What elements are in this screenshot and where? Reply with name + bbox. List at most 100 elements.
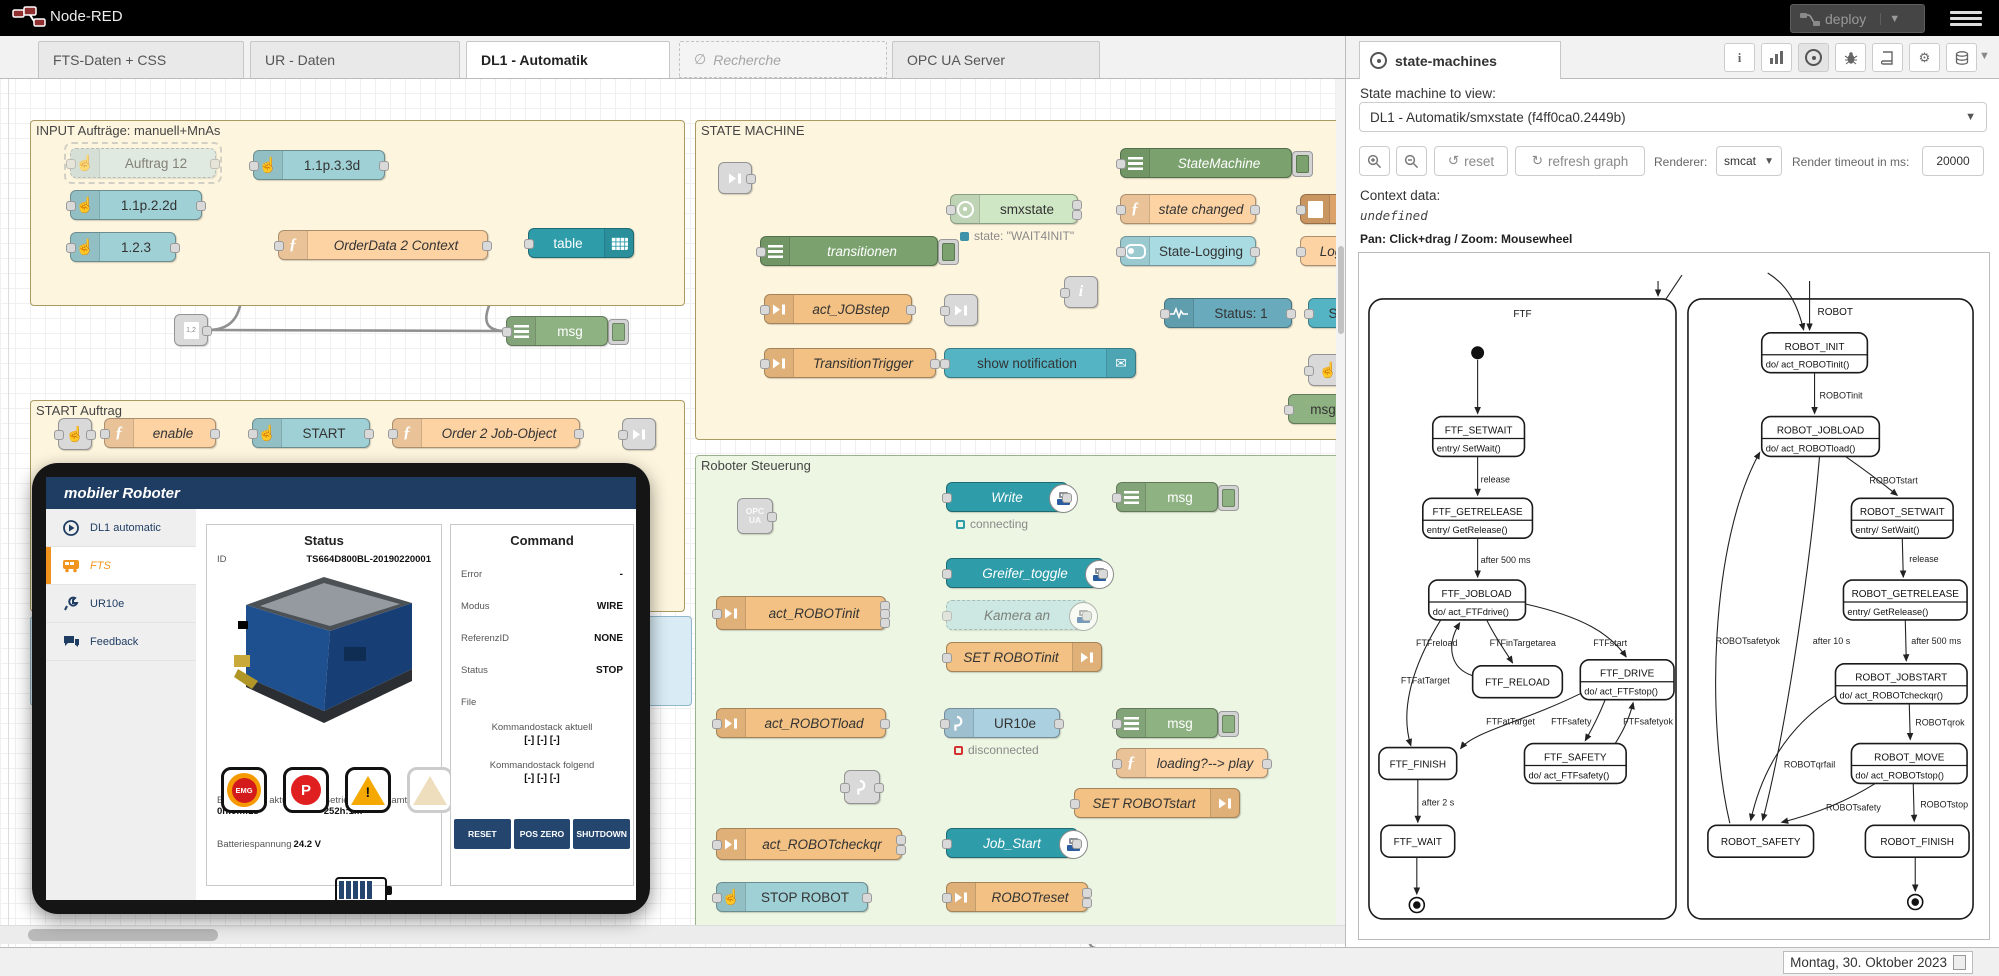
- warning-button[interactable]: !: [345, 767, 391, 813]
- tab-ur-daten[interactable]: UR - Daten: [250, 41, 460, 78]
- state-machine-select[interactable]: DL1 - Automatik/smxstate (f4ff0ca0.2449b…: [1359, 102, 1987, 132]
- input-port[interactable]: [840, 783, 850, 793]
- flow-node-loading[interactable]: ƒloading?--> play: [1116, 748, 1268, 778]
- flow-node-startn[interactable]: ☝START: [252, 418, 370, 448]
- input-port[interactable]: [712, 893, 722, 903]
- output-port[interactable]: [862, 893, 872, 903]
- input-port[interactable]: [760, 305, 770, 315]
- flow-node-msg3[interactable]: msg: [1116, 708, 1218, 738]
- output-port[interactable]: [210, 429, 220, 439]
- flow-node-linkplug[interactable]: [844, 770, 880, 804]
- state-machine-diagram[interactable]: FTF FTF_SETWAIT entry/ SetWait() release…: [1358, 252, 1990, 940]
- shutdown-button[interactable]: SHUTDOWN: [573, 819, 630, 849]
- output-port[interactable]: [1098, 569, 1108, 579]
- input-port[interactable]: [1112, 719, 1122, 729]
- output-port[interactable]: [880, 719, 890, 729]
- flow-node-setstart[interactable]: SET ROBOTstart: [1074, 788, 1240, 818]
- flow-node-jobstep[interactable]: act_JOBstep: [764, 294, 912, 324]
- output-port[interactable]: [1250, 247, 1260, 257]
- info-tab-icon[interactable]: i: [1724, 43, 1755, 72]
- input-port[interactable]: [756, 247, 766, 257]
- date-display[interactable]: Montag, 30. Oktober 2023: [1783, 951, 1973, 974]
- flow-node-n113d[interactable]: ☝1.1p.3.3d: [253, 150, 385, 180]
- input-port[interactable]: [942, 653, 952, 663]
- flow-node-slog[interactable]: State-Logging: [1120, 236, 1256, 266]
- flow-node-ttrig[interactable]: TransitionTrigger: [764, 348, 936, 378]
- flow-node-n112d[interactable]: ☝1.1p.2.2d: [70, 190, 202, 220]
- flow-node-notif[interactable]: ✉show notification: [944, 348, 1136, 378]
- flow-node-kamera[interactable]: Kamera an: [946, 600, 1088, 630]
- chart-tab-icon[interactable]: [1761, 43, 1792, 72]
- output-port[interactable]: [364, 429, 374, 439]
- tab-opc-ua-server[interactable]: OPC UA Server: [892, 41, 1100, 78]
- input-port[interactable]: [712, 719, 722, 729]
- input-port[interactable]: [248, 429, 258, 439]
- input-port[interactable]: [1070, 799, 1080, 809]
- input-port[interactable]: [274, 241, 284, 251]
- input-port[interactable]: [1116, 159, 1126, 169]
- flow-node-a12[interactable]: ☝Auftrag 12: [70, 148, 216, 178]
- output-port[interactable]: [1062, 493, 1072, 503]
- menu-item-feedback[interactable]: Feedback: [46, 623, 196, 661]
- canvas-vertical-scrollbar[interactable]: [1336, 78, 1345, 925]
- output-port[interactable]: [746, 174, 756, 184]
- refresh-graph-button[interactable]: ↻refresh graph: [1515, 146, 1645, 176]
- flow-node-setinit[interactable]: SET ROBOTinit: [946, 642, 1102, 672]
- reset-button[interactable]: ↺reset: [1434, 146, 1508, 176]
- tab-dl1-automatik[interactable]: DL1 - Automatik: [466, 41, 670, 78]
- input-port[interactable]: [1296, 205, 1306, 215]
- output-port[interactable]: [574, 429, 584, 439]
- input-port[interactable]: [66, 243, 76, 253]
- canvas-horizontal-scrollbar[interactable]: [0, 925, 1345, 944]
- output-port[interactable]: [896, 845, 906, 855]
- emergency-stop-button[interactable]: EMG: [221, 767, 267, 813]
- output-port[interactable]: [896, 835, 906, 845]
- flow-node-checkqr[interactable]: act_ROBOTcheckqr: [716, 828, 902, 860]
- config-book-tab-icon[interactable]: [1872, 43, 1903, 72]
- output-port[interactable]: [170, 243, 180, 253]
- flow-node-o2j[interactable]: ƒOrder 2 Job-Object: [392, 418, 580, 448]
- input-port[interactable]: [100, 429, 110, 439]
- output-port[interactable]: [210, 159, 220, 169]
- output-port[interactable]: [767, 512, 777, 522]
- output-port[interactable]: [880, 618, 890, 628]
- menu-item-dl1-automatic[interactable]: DL1 automatic: [46, 509, 196, 547]
- input-port[interactable]: [942, 893, 952, 903]
- input-port[interactable]: [54, 430, 64, 440]
- input-port[interactable]: [1112, 493, 1122, 503]
- flow-node-ur10e[interactable]: UR10e: [944, 708, 1060, 738]
- node-button[interactable]: [1292, 151, 1313, 177]
- input-port[interactable]: [942, 611, 952, 621]
- input-port[interactable]: [1304, 366, 1314, 376]
- flow-node-msg2[interactable]: msg: [1116, 482, 1218, 512]
- flow-node-linkin12[interactable]: 1,2: [174, 314, 208, 346]
- flow-node-infon[interactable]: i: [1064, 276, 1098, 308]
- input-port[interactable]: [1112, 759, 1122, 769]
- flow-node-ntable[interactable]: table: [528, 228, 634, 258]
- output-port[interactable]: [930, 359, 940, 369]
- node-button[interactable]: [1218, 711, 1239, 737]
- flow-node-linkoutST[interactable]: [622, 418, 656, 450]
- output-port[interactable]: [1072, 839, 1082, 849]
- timeout-input[interactable]: 20000: [1922, 146, 1984, 176]
- input-port[interactable]: [946, 205, 956, 215]
- output-port[interactable]: [1082, 888, 1092, 898]
- output-port[interactable]: [202, 326, 212, 336]
- output-port[interactable]: [1082, 898, 1092, 908]
- menu-item-ur10e[interactable]: UR10e: [46, 585, 196, 623]
- input-port[interactable]: [618, 430, 628, 440]
- input-port[interactable]: [712, 840, 722, 850]
- flow-node-rload[interactable]: act_ROBOTload: [716, 708, 886, 738]
- output-port[interactable]: [1082, 611, 1092, 621]
- reset-button[interactable]: RESET: [454, 819, 511, 849]
- flow-node-smx[interactable]: smxstate: [950, 194, 1078, 224]
- input-port[interactable]: [940, 306, 950, 316]
- input-port[interactable]: [940, 719, 950, 729]
- main-menu-icon[interactable]: [1950, 8, 1982, 28]
- output-port[interactable]: [1286, 309, 1296, 319]
- input-port[interactable]: [942, 839, 952, 849]
- flow-node-linkoutSM[interactable]: [944, 294, 978, 326]
- input-port[interactable]: [1116, 205, 1126, 215]
- input-port[interactable]: [524, 239, 534, 249]
- input-port[interactable]: [388, 429, 398, 439]
